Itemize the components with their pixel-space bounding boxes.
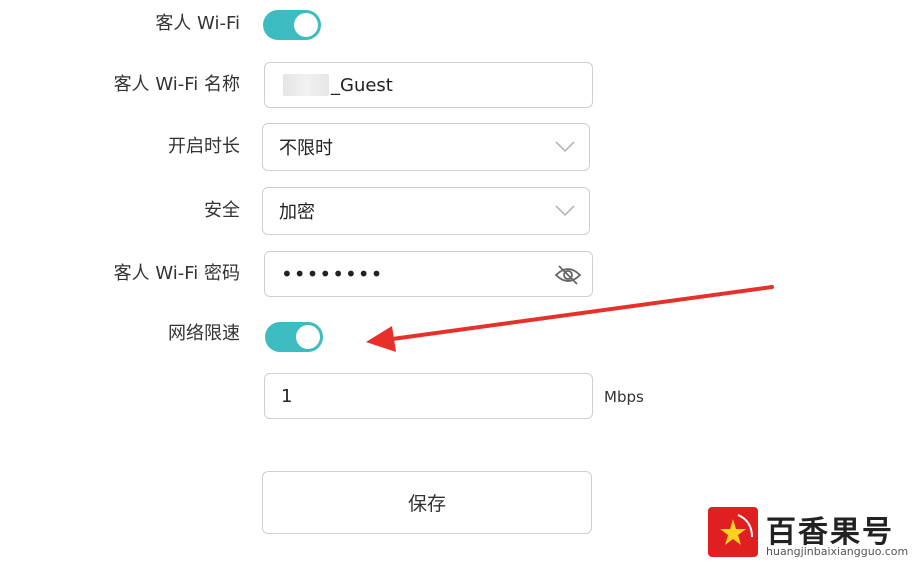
annotation-arrow-icon bbox=[366, 285, 774, 352]
brand-logo-icon bbox=[708, 507, 758, 557]
watermark: 百香果号 huangjinbaixiangguo.com bbox=[706, 505, 909, 560]
brand-url: huangjinbaixiangguo.com bbox=[766, 545, 909, 558]
